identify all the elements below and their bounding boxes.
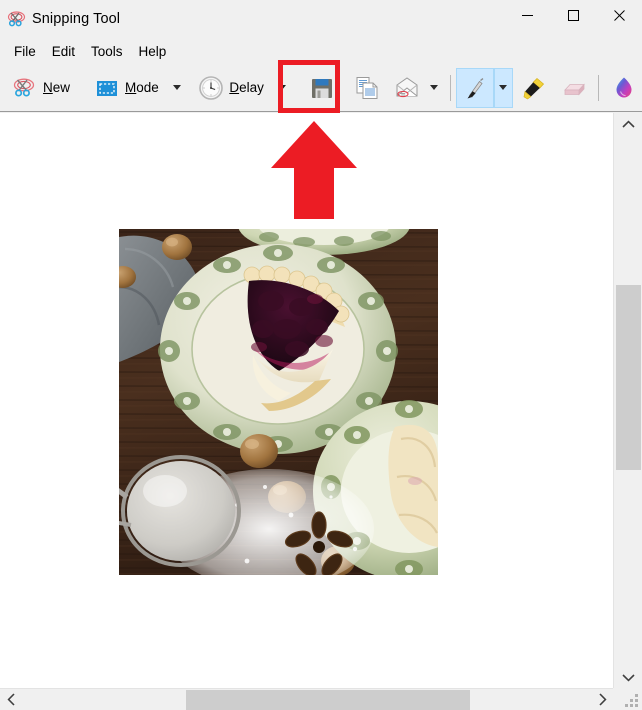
new-button-label: New	[43, 80, 71, 95]
title-bar: Snipping Tool	[0, 0, 642, 38]
maximize-icon	[567, 10, 579, 21]
save-floppy-icon	[309, 75, 335, 101]
horizontal-scrollbar-thumb[interactable]	[186, 690, 470, 710]
pen-icon	[462, 75, 488, 101]
highlighter-icon	[521, 75, 547, 101]
scroll-left-button[interactable]	[0, 689, 22, 710]
menu-item-help[interactable]: Help	[131, 41, 175, 62]
paint-3d-button[interactable]	[606, 68, 642, 108]
scissors-icon	[6, 8, 28, 30]
mode-button[interactable]: Mode	[88, 68, 165, 108]
email-envelope-icon	[394, 75, 420, 101]
horizontal-scrollbar[interactable]	[0, 688, 613, 710]
paint-3d-icon	[611, 75, 637, 101]
toolbar: New Mode Delay	[0, 64, 642, 112]
chevron-down-icon	[621, 673, 635, 682]
save-button[interactable]	[303, 68, 341, 108]
eraser-icon	[561, 75, 587, 101]
chevron-down-icon	[172, 85, 181, 90]
snip-canvas[interactable]	[0, 113, 613, 688]
mode-button-label: Mode	[125, 80, 159, 95]
highlighter-button[interactable]	[517, 68, 553, 108]
close-icon	[613, 10, 625, 21]
minimize-icon	[521, 15, 533, 16]
menu-item-edit[interactable]: Edit	[44, 41, 83, 62]
mode-rectangle-icon	[94, 75, 120, 101]
chevron-right-icon	[598, 693, 607, 706]
toolbar-separator	[598, 74, 600, 101]
eraser-button[interactable]	[556, 68, 592, 108]
resize-grip-icon[interactable]	[624, 692, 640, 708]
pen-dropdown-button[interactable]	[493, 67, 513, 108]
menu-item-file[interactable]: File	[6, 41, 44, 62]
scroll-right-button[interactable]	[591, 689, 613, 710]
chevron-down-icon	[277, 85, 286, 90]
delay-dropdown-button[interactable]	[274, 68, 290, 108]
email-dropdown-button[interactable]	[427, 68, 443, 108]
clock-icon	[198, 75, 224, 101]
new-snip-scissors-icon	[12, 75, 38, 101]
delay-button[interactable]: Delay	[192, 68, 270, 108]
snipping-tool-window: Snipping Tool File Edit Tools Help New M…	[0, 0, 642, 710]
close-button[interactable]	[596, 0, 642, 31]
snip-image[interactable]	[119, 229, 438, 575]
email-button[interactable]	[389, 68, 425, 108]
chevron-down-icon	[430, 85, 439, 90]
pen-button[interactable]	[456, 67, 494, 108]
copy-button[interactable]	[349, 68, 385, 108]
chevron-left-icon	[6, 693, 15, 706]
scroll-up-button[interactable]	[614, 113, 642, 135]
snip-image-graphic	[119, 229, 438, 575]
minimize-button[interactable]	[504, 0, 550, 31]
maximize-button[interactable]	[550, 0, 596, 31]
chevron-up-icon	[621, 119, 635, 128]
menu-item-tools[interactable]: Tools	[83, 41, 131, 62]
new-button[interactable]: New	[6, 68, 76, 108]
vertical-scrollbar-thumb[interactable]	[616, 285, 641, 470]
copy-documents-icon	[354, 75, 380, 101]
vertical-scrollbar[interactable]	[613, 113, 642, 688]
toolbar-separator	[450, 74, 452, 101]
window-controls	[504, 0, 642, 31]
chevron-down-icon	[499, 85, 508, 90]
delay-button-label: Delay	[229, 80, 264, 95]
menu-bar: File Edit Tools Help	[0, 38, 642, 64]
window-title: Snipping Tool	[32, 11, 121, 27]
mode-dropdown-button[interactable]	[169, 68, 185, 108]
scroll-down-button[interactable]	[614, 666, 642, 688]
